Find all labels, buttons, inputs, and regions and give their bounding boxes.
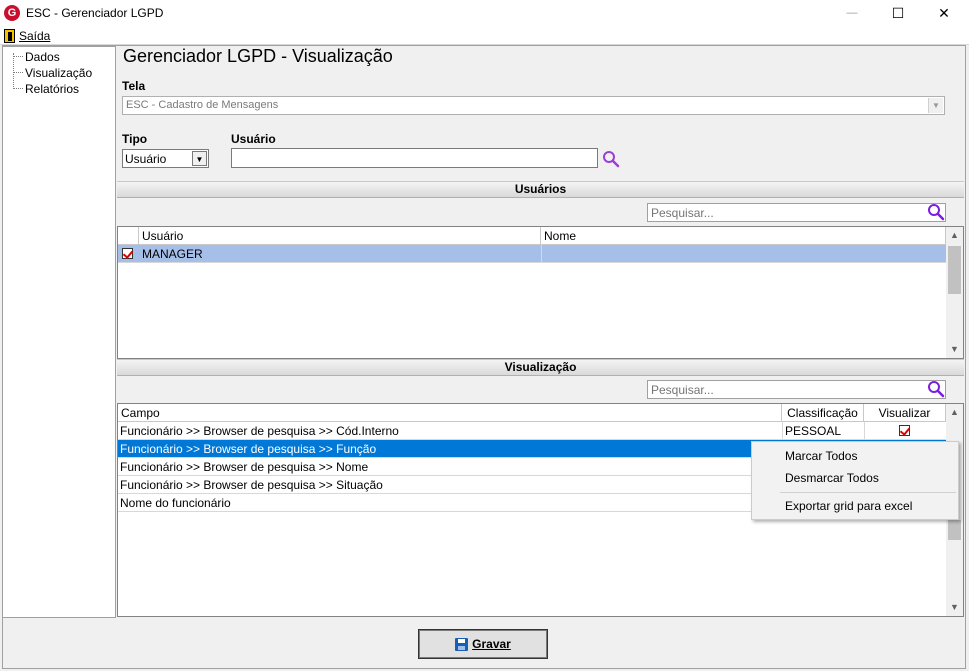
tree-connector	[13, 53, 14, 87]
chevron-down-icon[interactable]: ▼	[928, 98, 943, 113]
scroll-thumb[interactable]	[948, 246, 961, 294]
tree-connector	[13, 56, 23, 57]
tree-item-dados[interactable]: Dados	[25, 50, 60, 64]
save-button-label: Gravar	[472, 637, 511, 651]
scroll-thumb[interactable]	[948, 520, 961, 540]
row-campo: Funcionário >> Browser de pesquisa >> Fu…	[120, 442, 377, 456]
tipo-combo-value: Usuário	[125, 152, 167, 166]
window-title: ESC - Gerenciador LGPD	[26, 6, 164, 20]
row-classificacao: PESSOAL	[785, 424, 842, 438]
grid-header-usuario[interactable]: Usuário	[139, 227, 541, 245]
tree-item-visualizacao[interactable]: Visualização	[25, 66, 92, 80]
visualizacao-search-input[interactable]	[647, 380, 946, 399]
save-button[interactable]: Gravar	[418, 629, 548, 659]
close-button[interactable]: ✕	[921, 0, 967, 27]
row-campo: Funcionário >> Browser de pesquisa >> No…	[120, 460, 369, 474]
scroll-up-icon[interactable]: ▲	[946, 404, 963, 421]
row-divider	[864, 422, 865, 439]
grid-header-campo[interactable]: Campo	[118, 404, 782, 422]
tela-label: Tela	[122, 79, 146, 93]
tela-combo[interactable]: ESC - Cadastro de Mensagens ▼	[122, 96, 945, 115]
tipo-combo[interactable]: Usuário ▼	[122, 149, 209, 168]
menu-exit[interactable]: Saída	[4, 28, 50, 44]
scroll-down-icon[interactable]: ▼	[946, 599, 963, 616]
row-usuario: MANAGER	[142, 247, 203, 261]
context-menu: Marcar Todos Desmarcar Todos Exportar gr…	[751, 441, 959, 520]
scroll-down-icon[interactable]: ▼	[946, 341, 963, 358]
exit-door-icon	[4, 29, 15, 43]
navigation-tree: Dados Visualização Relatórios	[2, 46, 116, 618]
tipo-label: Tipo	[122, 132, 148, 146]
usuarios-scrollbar[interactable]: ▲ ▼	[946, 227, 963, 358]
usuarios-search-input[interactable]	[647, 203, 946, 222]
menu-bar: Saída	[0, 27, 969, 45]
minimize-button[interactable]: —	[829, 0, 875, 27]
table-row[interactable]: MANAGER	[118, 245, 946, 263]
grid-header-nome[interactable]: Nome	[541, 227, 946, 245]
grid-header-check	[118, 227, 139, 245]
tree-connector	[13, 72, 23, 73]
context-menu-desmarcar-todos[interactable]: Desmarcar Todos	[785, 471, 879, 485]
tree-connector	[13, 88, 23, 89]
context-menu-separator	[780, 492, 956, 493]
search-icon[interactable]	[927, 380, 945, 398]
grid-header-classificacao[interactable]: Classificação	[782, 404, 864, 422]
row-divider	[541, 245, 542, 262]
app-logo-icon: G	[4, 5, 20, 21]
row-divider	[782, 422, 783, 439]
usuario-label: Usuário	[231, 132, 276, 146]
usuario-input[interactable]	[231, 148, 598, 168]
floppy-disk-icon	[455, 637, 469, 651]
menu-exit-label: Saída	[19, 29, 51, 43]
search-icon[interactable]	[602, 150, 620, 168]
chevron-down-icon[interactable]: ▼	[192, 151, 207, 166]
tree-item-relatorios[interactable]: Relatórios	[25, 82, 79, 96]
scroll-up-icon[interactable]: ▲	[946, 227, 963, 244]
visualizar-checkbox[interactable]	[899, 425, 910, 436]
row-campo: Funcionário >> Browser de pesquisa >> Si…	[120, 478, 383, 492]
search-icon[interactable]	[927, 203, 945, 221]
tela-combo-value: ESC - Cadastro de Mensagens	[126, 99, 279, 111]
usuarios-grid: Usuário Nome MANAGER ▲ ▼	[117, 226, 964, 359]
row-campo: Funcionário >> Browser de pesquisa >> Có…	[120, 424, 399, 438]
title-bar: G ESC - Gerenciador LGPD — ☐ ✕	[0, 0, 969, 27]
maximize-button[interactable]: ☐	[875, 0, 921, 27]
grid-header-visualizar[interactable]: Visualizar	[864, 404, 946, 422]
table-row[interactable]: Funcionário >> Browser de pesquisa >> Có…	[118, 422, 946, 440]
visualizacao-section-header: Visualização	[117, 359, 964, 376]
context-menu-exportar-excel[interactable]: Exportar grid para excel	[785, 499, 912, 513]
row-campo: Nome do funcionário	[120, 496, 231, 510]
usuarios-section-header: Usuários	[117, 181, 964, 198]
page-title: Gerenciador LGPD - Visualização	[123, 46, 393, 66]
context-menu-marcar-todos[interactable]: Marcar Todos	[785, 449, 857, 463]
row-checkbox[interactable]	[122, 248, 133, 259]
